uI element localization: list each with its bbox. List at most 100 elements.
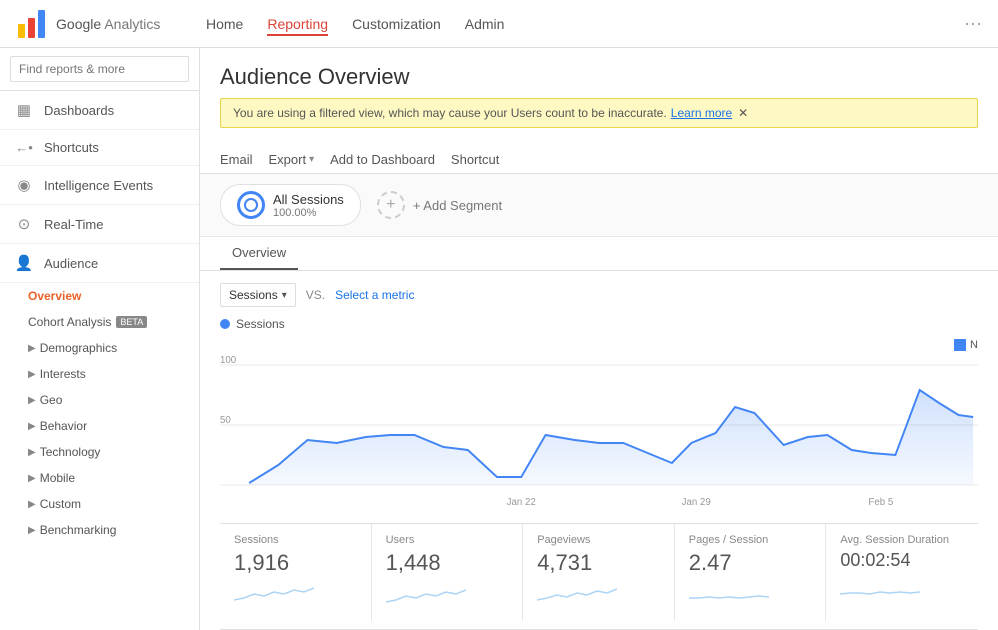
geo-label: Geo — [40, 393, 63, 407]
dashboards-icon: ▦ — [14, 101, 34, 119]
sessions-indicator: Sessions — [220, 317, 978, 331]
segment-label: All Sessions — [273, 192, 344, 207]
filter-banner-text: You are using a filtered view, which may… — [233, 106, 667, 120]
vs-text: VS. — [306, 288, 325, 302]
all-sessions-segment[interactable]: All Sessions 100.00% — [220, 184, 361, 226]
svg-text:100: 100 — [220, 355, 237, 366]
chart-controls: Sessions ▾ VS. Select a metric — [220, 283, 978, 307]
sidebar-item-label: Intelligence Events — [44, 178, 153, 193]
nav-admin[interactable]: Admin — [465, 12, 505, 36]
sidebar-item-shortcuts[interactable]: ←• Shortcuts — [0, 130, 199, 166]
stat-pageviews: Pageviews 4,731 — [523, 524, 675, 621]
sidebar-item-realtime[interactable]: ⊙ Real-Time — [0, 205, 199, 244]
sidebar-item-audience[interactable]: 👤 Audience — [0, 244, 199, 283]
sidebar-subitem-cohort[interactable]: Cohort Analysis BETA — [0, 309, 199, 335]
benchmarking-label: Benchmarking — [40, 523, 117, 537]
interests-label: Interests — [40, 367, 86, 381]
sessions-chart: 100 50 Jan 22 — [220, 335, 978, 510]
metric-arrow-icon: ▾ — [282, 290, 287, 301]
sidebar-item-intelligence[interactable]: ◉ Intelligence Events — [0, 166, 199, 205]
sidebar-subitem-demographics[interactable]: ▶ Demographics — [0, 335, 199, 361]
sessions-label-text: Sessions — [236, 317, 285, 331]
segment-percent: 100.00% — [273, 207, 344, 219]
stat-label: Pageviews — [537, 534, 660, 546]
nav-home[interactable]: Home — [206, 12, 243, 36]
metric-dropdown[interactable]: Sessions ▾ — [220, 283, 296, 307]
stat-value: 1,448 — [386, 550, 509, 576]
n-legend-label: N — [970, 339, 978, 351]
arrow-icon: ▶ — [28, 499, 36, 510]
sparkline-pages-session — [689, 580, 769, 608]
chart-area: Sessions ▾ VS. Select a metric Sessions … — [200, 271, 998, 630]
nav-customization[interactable]: Customization — [352, 12, 441, 36]
arrow-icon: ▶ — [28, 525, 36, 536]
cohort-label: Cohort Analysis — [28, 315, 111, 329]
sidebar-subitem-geo[interactable]: ▶ Geo — [0, 387, 199, 413]
stat-users: Users 1,448 — [372, 524, 524, 621]
n-legend: N — [954, 339, 978, 351]
select-metric-link[interactable]: Select a metric — [335, 288, 414, 302]
nav-reporting[interactable]: Reporting — [267, 12, 328, 36]
learn-more-link[interactable]: Learn more — [671, 106, 732, 120]
technology-label: Technology — [40, 445, 101, 459]
chart-container: N 100 50 — [220, 335, 978, 515]
search-box — [0, 48, 199, 91]
sidebar-subitem-mobile[interactable]: ▶ Mobile — [0, 465, 199, 491]
search-input[interactable] — [10, 56, 189, 82]
stat-value: 00:02:54 — [840, 550, 964, 571]
beta-badge: BETA — [116, 316, 147, 328]
stat-value: 1,916 — [234, 550, 357, 576]
email-button[interactable]: Email — [220, 152, 253, 167]
custom-label: Custom — [40, 497, 81, 511]
svg-text:50: 50 — [220, 415, 231, 426]
behavior-label: Behavior — [40, 419, 87, 433]
add-segment-circle-icon: + — [377, 191, 405, 219]
close-banner-button[interactable]: ✕ — [738, 106, 748, 120]
main-layout: ▦ Dashboards ←• Shortcuts ◉ Intelligence… — [0, 48, 998, 630]
svg-text:Jan 22: Jan 22 — [507, 497, 536, 508]
audience-icon: 👤 — [14, 254, 34, 272]
sidebar-subitem-overview[interactable]: Overview — [0, 283, 199, 309]
n-box-icon — [954, 339, 966, 351]
sidebar-subitem-benchmarking[interactable]: ▶ Benchmarking — [0, 517, 199, 543]
svg-text:Feb 5: Feb 5 — [868, 497, 893, 508]
tab-overview[interactable]: Overview — [220, 237, 298, 270]
realtime-icon: ⊙ — [14, 215, 34, 233]
page-title: Audience Overview — [220, 64, 978, 90]
sidebar-subitem-behavior[interactable]: ▶ Behavior — [0, 413, 199, 439]
stat-label: Users — [386, 534, 509, 546]
demographics-label: Demographics — [40, 341, 117, 355]
arrow-icon: ▶ — [28, 447, 36, 458]
sidebar-subitem-technology[interactable]: ▶ Technology — [0, 439, 199, 465]
toolbar: Email Export ▾ Add to Dashboard Shortcut — [200, 146, 998, 174]
sidebar-subitem-interests[interactable]: ▶ Interests — [0, 361, 199, 387]
add-dashboard-button[interactable]: Add to Dashboard — [330, 152, 435, 167]
intelligence-icon: ◉ — [14, 176, 34, 194]
app-header: Google Analytics Home Reporting Customiz… — [0, 0, 998, 48]
header-more-button[interactable]: ··· — [964, 13, 982, 34]
svg-text:Jan 29: Jan 29 — [682, 497, 712, 508]
stat-label: Sessions — [234, 534, 357, 546]
sidebar-item-dashboards[interactable]: ▦ Dashboards — [0, 91, 199, 130]
sparkline-duration — [840, 575, 920, 603]
sparkline-pageviews — [537, 580, 617, 608]
stat-label: Avg. Session Duration — [840, 534, 964, 546]
sidebar-item-label: Real-Time — [44, 217, 103, 232]
arrow-icon: ▶ — [28, 421, 36, 432]
export-label: Export — [269, 152, 307, 167]
sidebar-subitem-custom[interactable]: ▶ Custom — [0, 491, 199, 517]
overview-label: Overview — [28, 289, 81, 303]
add-segment-label: + Add Segment — [413, 198, 502, 213]
shortcut-button[interactable]: Shortcut — [451, 152, 499, 167]
filter-banner: You are using a filtered view, which may… — [220, 98, 978, 128]
logo-text: Google Analytics — [56, 16, 160, 32]
add-segment-button[interactable]: + + Add Segment — [377, 191, 502, 219]
metric-label: Sessions — [229, 288, 278, 302]
stat-avg-session: Avg. Session Duration 00:02:54 — [826, 524, 978, 621]
export-dropdown[interactable]: Export ▾ — [269, 152, 315, 167]
arrow-icon: ▶ — [28, 395, 36, 406]
page-header: Audience Overview You are using a filter… — [200, 48, 998, 146]
google-analytics-logo-icon — [16, 8, 48, 40]
sidebar-item-label: Audience — [44, 256, 98, 271]
segments-bar: All Sessions 100.00% + + Add Segment — [200, 174, 998, 237]
